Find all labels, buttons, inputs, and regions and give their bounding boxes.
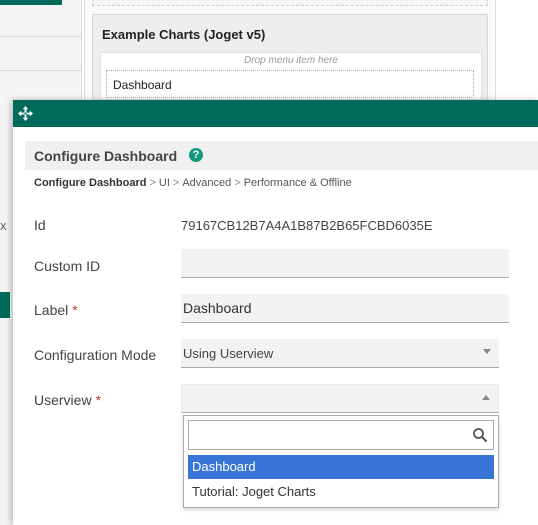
id-label: Id	[34, 217, 46, 233]
dialog-title: Configure Dashboard	[34, 148, 178, 164]
drop-hint: Drop menu item here	[244, 55, 338, 66]
required-mark: *	[72, 302, 78, 318]
sidebar-selected-marker	[0, 292, 10, 318]
custom-id-label: Custom ID	[34, 258, 101, 274]
category-title[interactable]: Example Charts (Joget v5)	[102, 27, 265, 42]
dialog-header: Configure Dashboard ?	[25, 141, 538, 170]
dropdown-search	[188, 420, 494, 450]
menu-item[interactable]: Dashboard	[106, 70, 474, 98]
id-value: 79167CB12B7A4A1B87B2B65FCBD6035E	[181, 218, 433, 233]
label-label: Label *	[34, 302, 78, 318]
required-mark: *	[95, 392, 102, 408]
canvas-top-dropzone	[92, 0, 488, 6]
dropdown-option[interactable]: Tutorial: Joget Charts	[188, 480, 494, 504]
move-arrows-icon[interactable]	[18, 106, 33, 121]
search-icon	[473, 428, 488, 443]
configuration-mode-value: Using Userview	[183, 346, 274, 361]
breadcrumb: Configure Dashboard > UI > Advanced > Performa…	[34, 177, 352, 189]
userview-label: Userview *	[34, 392, 101, 408]
dropdown-search-input[interactable]	[189, 421, 469, 449]
configuration-mode-select[interactable]: Using Userview	[181, 339, 499, 368]
help-icon[interactable]: ?	[189, 148, 203, 162]
breadcrumb-item-ui[interactable]: UI	[159, 177, 170, 189]
userview-select[interactable]	[181, 384, 499, 413]
breadcrumb-separator: >	[234, 177, 241, 189]
label-input[interactable]	[181, 294, 509, 323]
breadcrumb-item-advanced[interactable]: Advanced	[182, 177, 231, 189]
breadcrumb-separator: >	[149, 177, 156, 189]
breadcrumb-separator: >	[172, 177, 180, 189]
userview-label-text: Userview	[34, 392, 92, 408]
configuration-mode-label: Configuration Mode	[34, 347, 157, 363]
breadcrumb-item-performance-offline[interactable]: Performance & Offline	[244, 177, 352, 189]
dropdown-option[interactable]: Dashboard	[188, 455, 494, 479]
chevron-down-icon	[483, 349, 491, 354]
chevron-up-icon	[482, 395, 490, 400]
label-label-text: Label	[34, 302, 69, 318]
configure-dialog: Configure Dashboard ? Configure Dashboar…	[13, 100, 538, 525]
dialog-title-bar[interactable]	[13, 100, 538, 127]
sidebar-text-fragment: x	[0, 218, 7, 233]
sidebar-divider	[0, 36, 82, 37]
breadcrumb-item-configure-dashboard[interactable]: Configure Dashboard	[34, 177, 146, 189]
sidebar-divider	[0, 70, 82, 71]
custom-id-input[interactable]	[181, 249, 509, 278]
userview-dropdown: Dashboard Tutorial: Joget Charts	[183, 415, 499, 508]
sidebar-active-tab-indicator	[0, 0, 62, 5]
